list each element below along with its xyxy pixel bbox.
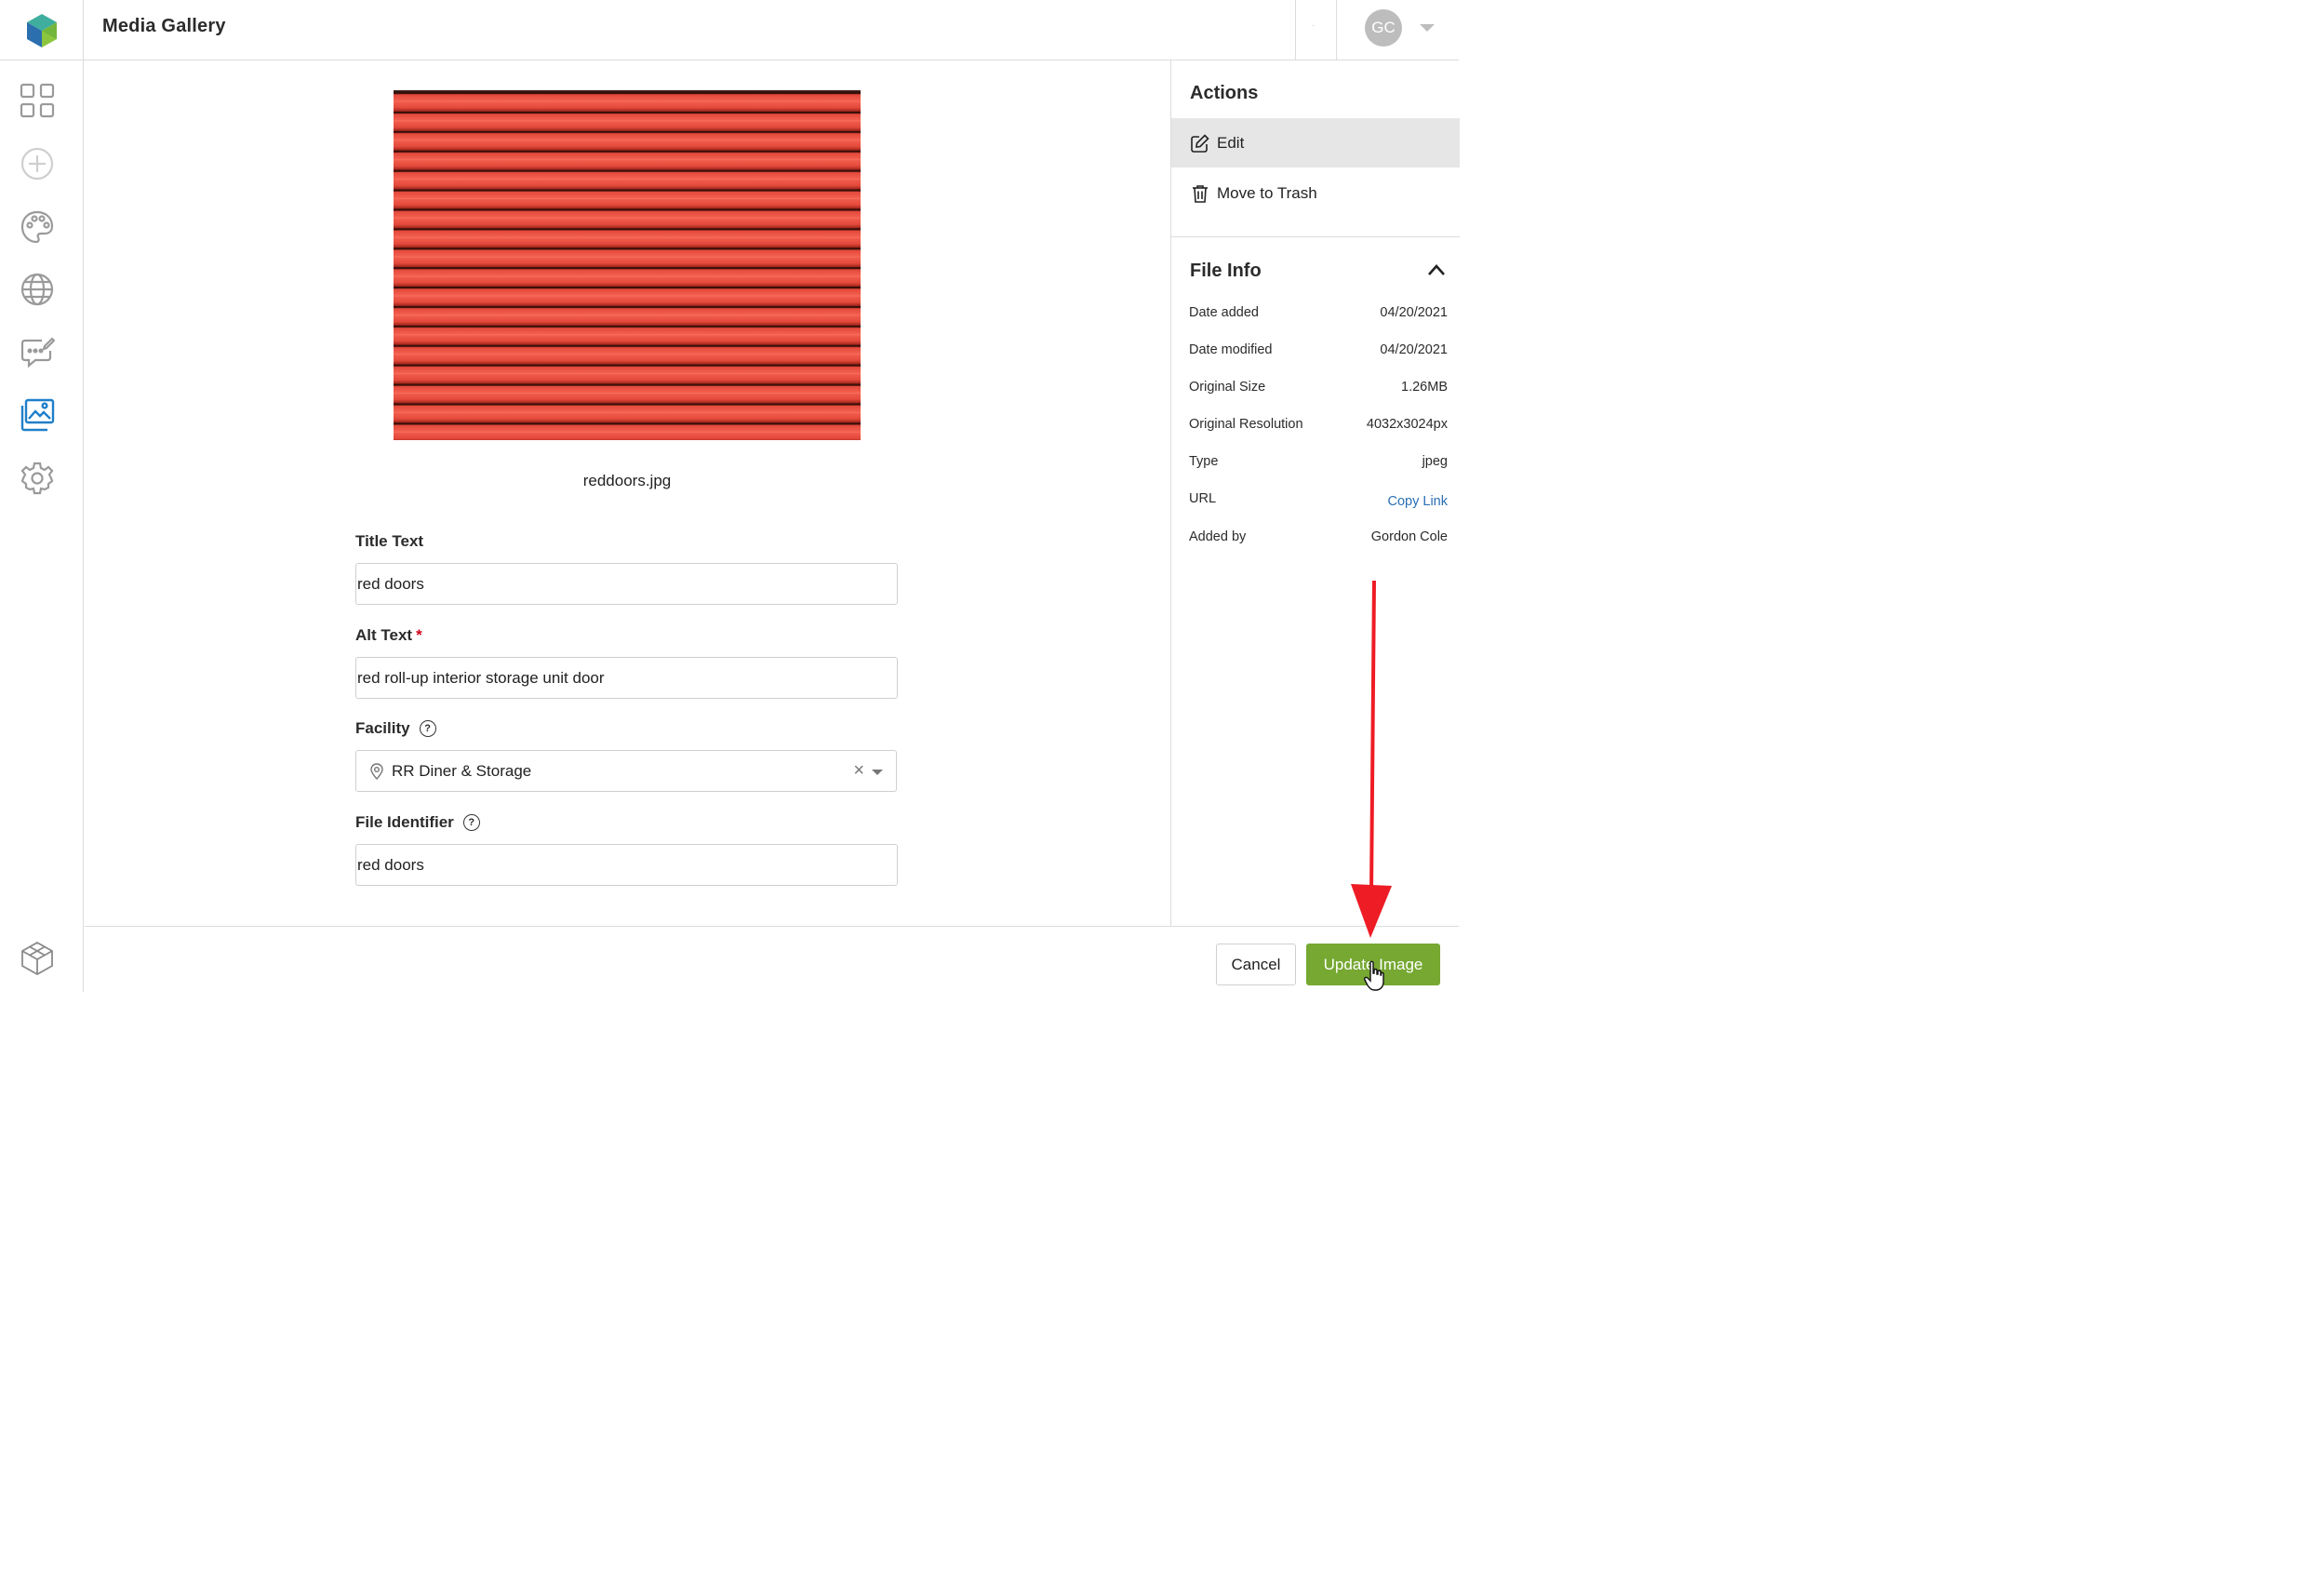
- facility-label: Facility ?: [355, 719, 436, 738]
- file-info-value: 04/20/2021: [1380, 305, 1448, 320]
- globe-icon: [20, 273, 54, 306]
- chat-edit-icon: [20, 337, 55, 368]
- cancel-button[interactable]: Cancel: [1216, 944, 1296, 985]
- cube-logo-icon: [21, 942, 53, 975]
- facility-select-value: RR Diner & Storage: [392, 761, 532, 780]
- file-info-label: URL: [1189, 491, 1217, 506]
- palette-icon: [20, 210, 54, 244]
- alt-text-label: Alt Text *: [355, 626, 422, 645]
- file-identifier-label-text: File Identifier: [355, 813, 454, 831]
- sidebar-item-add[interactable]: [18, 144, 57, 183]
- file-info-label: Original Size: [1189, 380, 1266, 395]
- file-info-row: URL Copy Link: [1189, 491, 1448, 509]
- image-preview-graphic: [394, 92, 861, 440]
- panel-divider: [1171, 236, 1460, 237]
- sidebar-item-messages[interactable]: [18, 333, 57, 372]
- sidebar-item-media-gallery[interactable]: [18, 395, 57, 435]
- actions-heading: Actions: [1190, 83, 1259, 103]
- title-text-label: Title Text: [355, 532, 423, 551]
- file-info-value: jpeg: [1422, 454, 1448, 469]
- file-info-row: Original Resolution 4032x3024px: [1189, 417, 1448, 432]
- details-panel: Actions Edit Move to Trash File Info Dat…: [1170, 60, 1460, 926]
- app-logo[interactable]: [0, 0, 84, 60]
- avatar[interactable]: GC: [1365, 9, 1402, 47]
- facility-label-text: Facility: [355, 719, 410, 737]
- file-info-label: Original Resolution: [1189, 417, 1303, 432]
- file-info-value: Gordon Cole: [1370, 529, 1448, 544]
- top-divider: [1336, 0, 1337, 60]
- hexagon-logo-icon: [26, 13, 57, 47]
- alt-text-input[interactable]: [355, 657, 898, 699]
- file-info-heading: File Info: [1190, 261, 1262, 281]
- chevron-down-icon[interactable]: [872, 770, 883, 775]
- help-icon[interactable]: ?: [462, 814, 480, 831]
- facility-select[interactable]: RR Diner & Storage ×: [355, 750, 897, 792]
- sidebar-item-websites[interactable]: [18, 270, 57, 309]
- file-info-value: 1.26MB: [1401, 380, 1448, 395]
- file-info-value: 4032x3024px: [1366, 417, 1448, 432]
- move-to-trash-label: Move to Trash: [1217, 183, 1317, 202]
- page-title: Media Gallery: [102, 16, 226, 36]
- required-marker: *: [416, 626, 422, 644]
- file-name: reddoors.jpg: [582, 472, 672, 489]
- dashboard-grid-icon: [20, 83, 55, 118]
- move-to-trash-action[interactable]: Move to Trash: [1171, 168, 1460, 218]
- settings-gear-icon: [20, 462, 54, 495]
- sidebar-item-themes[interactable]: [18, 208, 57, 247]
- sidebar-item-dashboard[interactable]: [18, 81, 57, 120]
- edit-icon: [1191, 133, 1209, 153]
- edit-action-label: Edit: [1217, 133, 1245, 152]
- title-text-label-text: Title Text: [355, 532, 424, 550]
- add-circle-icon: [20, 147, 54, 181]
- chevron-down-icon[interactable]: [1420, 24, 1435, 32]
- chevron-up-icon[interactable]: [1427, 263, 1446, 281]
- file-identifier-label: File Identifier ?: [355, 813, 480, 832]
- copy-link[interactable]: Copy Link: [1388, 494, 1448, 509]
- edit-action[interactable]: Edit: [1171, 118, 1460, 167]
- file-info-row: Date added 04/20/2021: [1189, 305, 1448, 320]
- file-info-row: Type jpeg: [1189, 454, 1448, 469]
- media-gallery-icon: [20, 398, 55, 432]
- sidebar: [0, 60, 84, 992]
- file-identifier-input[interactable]: [355, 844, 898, 886]
- file-info-label: Type: [1189, 454, 1219, 469]
- file-info-label: Date modified: [1189, 342, 1273, 357]
- image-preview: [394, 90, 861, 440]
- title-text-input[interactable]: [355, 563, 898, 605]
- file-info-row: Date modified 04/20/2021: [1189, 342, 1448, 357]
- footer-bar: Cancel Update Image: [85, 926, 1459, 992]
- hand-pointer-icon: [1364, 960, 1384, 991]
- file-info-row: Original Size 1.26MB: [1189, 380, 1448, 395]
- file-info-label: Date added: [1189, 305, 1259, 320]
- sidebar-item-brand[interactable]: [18, 939, 57, 978]
- top-divider: [1295, 0, 1296, 60]
- file-info-row: Added by Gordon Cole: [1189, 529, 1448, 544]
- location-pin-icon: [369, 762, 384, 780]
- trash-icon: [1193, 184, 1208, 203]
- top-bar: Media Gallery · GC: [0, 0, 1459, 60]
- clear-icon[interactable]: ×: [853, 760, 864, 782]
- top-indicator[interactable]: ·: [1312, 20, 1315, 31]
- main-content: reddoors.jpg Title Text Alt Text* Facili…: [85, 60, 1170, 926]
- file-info-value: 04/20/2021: [1380, 342, 1448, 357]
- help-icon[interactable]: ?: [419, 720, 436, 737]
- alt-text-label-text: Alt Text: [355, 626, 413, 644]
- sidebar-item-settings[interactable]: [18, 459, 57, 498]
- file-info-label: Added by: [1189, 529, 1247, 544]
